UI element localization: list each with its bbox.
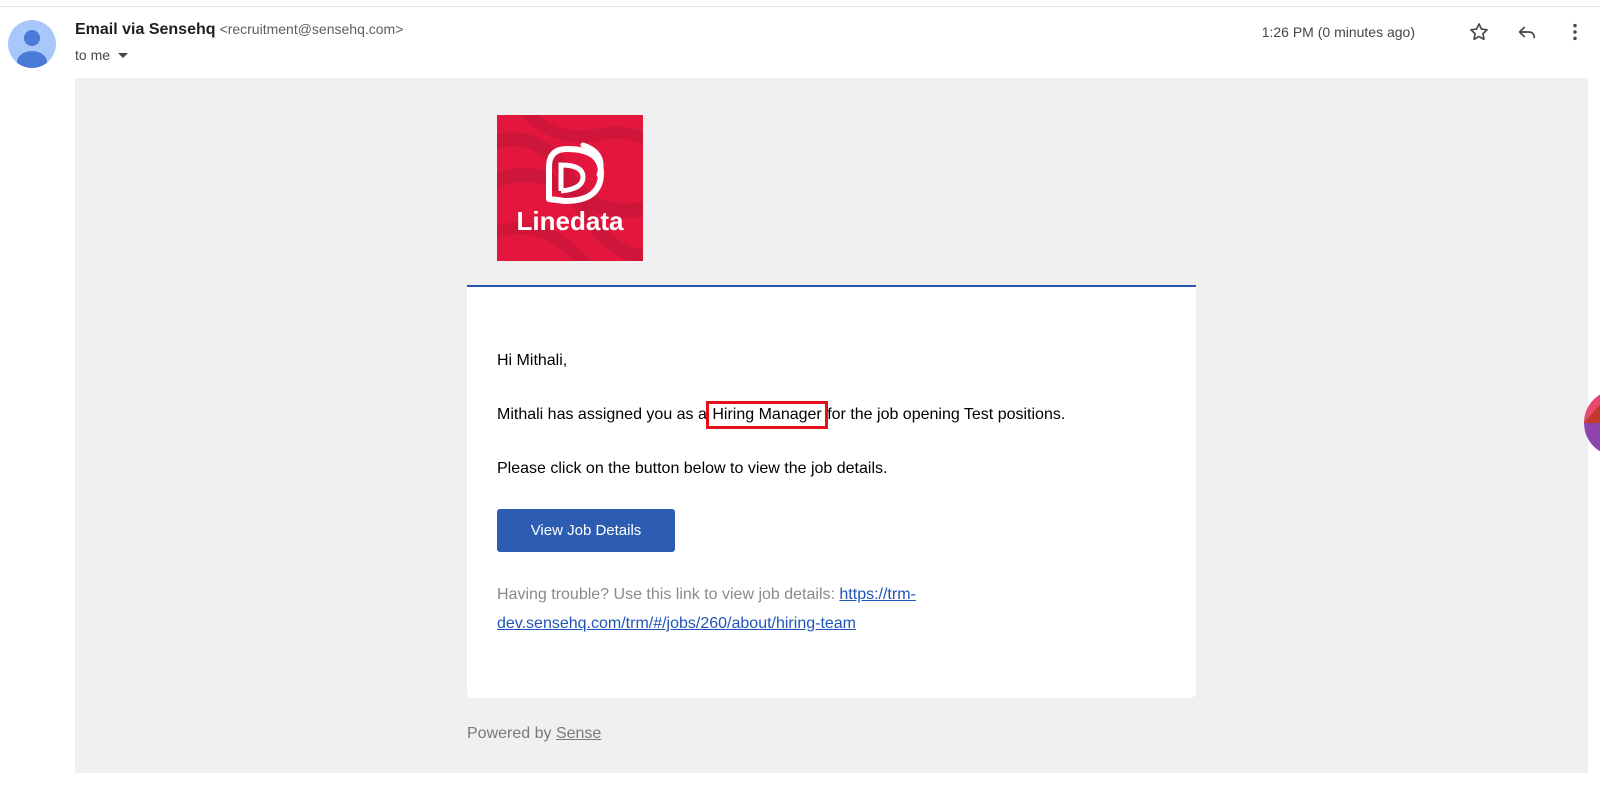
assignment-suffix: for the job opening Test positions. [827,406,1066,423]
star-button[interactable] [1465,18,1493,46]
sense-link[interactable]: Sense [556,725,601,742]
powered-by-label: Powered by [467,725,552,742]
trouble-label: Having trouble? Use this link to view jo… [497,586,835,603]
reply-button[interactable] [1513,18,1541,46]
linedata-logo: Linedata [497,115,643,261]
more-options-button[interactable] [1561,18,1589,46]
timestamp: 1:26 PM (0 minutes ago) [1261,24,1415,40]
assignment-prefix: Mithali has assigned you as a [497,406,707,423]
chevron-down-icon [118,52,129,58]
star-icon [1470,23,1488,41]
top-divider [0,6,1600,7]
sender-email: <recruitment@sensehq.com> [219,21,404,37]
more-vert-icon [1573,23,1577,41]
sender-name[interactable]: Email via Sensehq [75,21,216,38]
hiring-manager-role: Hiring Manager [706,401,828,429]
recipient-label: to me [75,47,111,63]
logo-wordmark: Linedata [517,206,624,236]
view-job-details-button[interactable]: View Job Details [497,509,675,552]
fallback-link-text: Having trouble? Use this link to view jo… [497,580,1127,638]
greeting: Hi Mithali, [497,352,568,369]
reply-icon [1518,26,1536,39]
sender-avatar-icon[interactable] [8,20,56,68]
instruction-text: Please click on the button below to view… [497,460,888,477]
recipient-details-toggle[interactable]: to me [75,47,129,63]
assignment-sentence: Mithali has assigned you as a Hiring Man… [497,401,1066,429]
powered-by-footer: Powered by Sense [467,725,601,743]
sender-line: Email via Sensehq <recruitment@sensehq.co… [75,21,403,39]
